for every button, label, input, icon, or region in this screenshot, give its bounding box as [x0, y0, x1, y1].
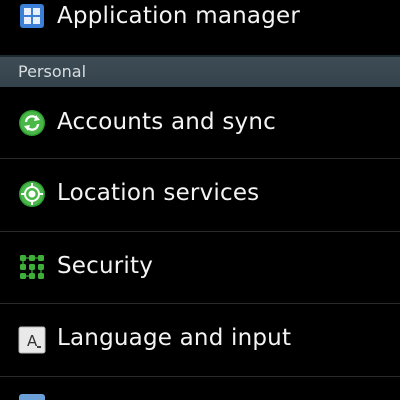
svg-text:A: A: [27, 332, 38, 350]
language-icon: A: [18, 326, 46, 354]
section-title: Personal: [18, 62, 87, 81]
settings-item-label: Accounts and sync: [57, 109, 276, 135]
settings-item-application-manager[interactable]: Application manager: [0, 0, 400, 40]
location-icon: [19, 181, 45, 207]
settings-screen: Application manager Personal Accounts an…: [0, 0, 400, 400]
divider: [0, 376, 400, 377]
next-item-icon: [19, 394, 45, 400]
application-manager-icon: [20, 4, 44, 28]
settings-item-label: Application manager: [57, 3, 300, 29]
sync-icon: [19, 110, 45, 136]
settings-item-location-services[interactable]: Location services: [0, 159, 400, 231]
settings-item-language-and-input[interactable]: A Language and input: [0, 304, 400, 376]
settings-item-label: Language and input: [57, 325, 292, 351]
settings-item-label: Location services: [57, 180, 260, 206]
settings-item-label: Security: [57, 253, 154, 279]
settings-item-accounts-and-sync[interactable]: Accounts and sync: [0, 88, 400, 158]
security-icon: [20, 255, 44, 279]
settings-item-security[interactable]: Security: [0, 232, 400, 303]
section-header-personal: Personal: [0, 55, 400, 87]
